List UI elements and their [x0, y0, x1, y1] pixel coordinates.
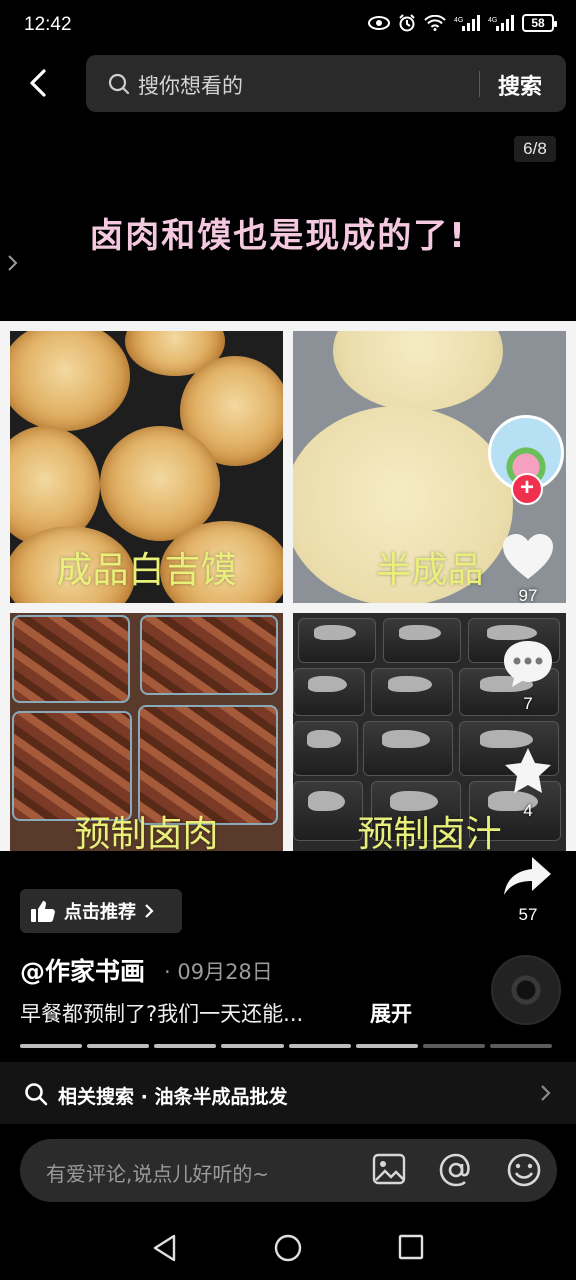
- search-button[interactable]: 搜索: [498, 69, 542, 101]
- author-name[interactable]: @作家书画: [20, 952, 145, 988]
- recommend-label: 点击推荐: [64, 902, 136, 923]
- bag-shape: [371, 668, 453, 716]
- svg-text:4G: 4G: [454, 17, 463, 24]
- search-icon: [108, 73, 130, 95]
- back-button[interactable]: [22, 66, 56, 100]
- alarm-icon: [399, 14, 415, 32]
- progress-segment: [489, 1044, 552, 1048]
- system-nav-bar: [0, 1214, 576, 1280]
- comment-count: 7: [523, 694, 533, 713]
- progress-segment: [154, 1044, 217, 1048]
- wifi-icon: [424, 15, 446, 31]
- share-count: 57: [518, 905, 538, 924]
- like-count: 97: [518, 586, 538, 605]
- post-date: · 09月28日: [164, 960, 273, 984]
- progress-segment: [221, 1044, 284, 1048]
- favorite-button[interactable]: [498, 746, 558, 800]
- bag-shape: [383, 618, 461, 663]
- page-indicator: 6/8: [514, 136, 556, 162]
- photo-caption: 成品白吉馍: [56, 550, 237, 591]
- progress-segment: [20, 1044, 83, 1048]
- photo-caption: 预制卤肉: [74, 814, 219, 851]
- music-disc-icon[interactable]: [491, 955, 561, 1025]
- follow-button[interactable]: +: [511, 473, 543, 505]
- progress-segment: [288, 1044, 351, 1048]
- battery-icon: 58: [522, 14, 557, 32]
- search-icon: [25, 1083, 48, 1106]
- status-time: 12:42: [24, 14, 72, 35]
- status-icons: 4G 4G 58: [368, 14, 557, 32]
- bag-shape: [293, 668, 365, 716]
- related-search-bar[interactable]: 相关搜索 · 油条半成品批发: [0, 1062, 576, 1124]
- chevron-right-icon[interactable]: [6, 254, 20, 272]
- bag-shape: [293, 721, 358, 776]
- progress-segment: [355, 1044, 418, 1048]
- related-search-label: 相关搜索 · 油条半成品批发: [58, 1086, 288, 1108]
- expand-button[interactable]: 展开: [370, 998, 412, 1028]
- progress-segment: [422, 1044, 485, 1048]
- nav-back-icon[interactable]: [152, 1234, 178, 1262]
- back-arrow-icon: [30, 69, 46, 97]
- meat-shape: [12, 615, 130, 703]
- heart-icon: [503, 534, 553, 579]
- nav-recents-icon[interactable]: [398, 1234, 424, 1260]
- comment-bar[interactable]: 有爱评论,说点儿好听的~: [20, 1139, 557, 1202]
- image-progress-bar: [20, 1044, 552, 1048]
- search-divider: [479, 71, 480, 97]
- signal-icon: 4G: [454, 15, 480, 31]
- thumbs-up-icon: [31, 901, 55, 922]
- meat-shape: [140, 615, 278, 695]
- photo-finished-buns: 成品白吉馍: [10, 331, 283, 603]
- comment-button[interactable]: [498, 638, 558, 694]
- signal-icon-2: 4G: [488, 15, 514, 31]
- nav-home-icon[interactable]: [274, 1234, 302, 1262]
- star-icon: [505, 748, 551, 793]
- emoji-icon[interactable]: [506, 1152, 542, 1188]
- search-bar[interactable]: 搜你想看的 搜索: [86, 55, 566, 112]
- bag-shape: [298, 618, 376, 663]
- bun-shape: [10, 331, 130, 431]
- chevron-right-icon: [145, 904, 154, 918]
- mention-icon[interactable]: [438, 1152, 474, 1188]
- eye-icon: [368, 16, 390, 30]
- bag-shape: [363, 721, 453, 776]
- dough-shape: [333, 331, 503, 411]
- photo-prepared-meat: 预制卤肉: [10, 613, 283, 851]
- share-button[interactable]: [498, 854, 558, 902]
- recommend-button[interactable]: 点击推荐: [20, 889, 182, 933]
- svg-text:4G: 4G: [488, 17, 497, 24]
- status-bar: 12:42 4G 4G 58: [0, 0, 576, 52]
- share-icon: [504, 857, 551, 895]
- like-button[interactable]: [498, 532, 558, 586]
- comment-icon: [504, 641, 552, 687]
- progress-segment: [87, 1044, 150, 1048]
- comment-input[interactable]: 有爱评论,说点儿好听的~: [46, 1158, 269, 1187]
- top-bar: 搜你想看的 搜索: [0, 52, 576, 114]
- image-icon[interactable]: [372, 1152, 406, 1186]
- banner-title: 卤肉和馍也是现成的了!: [89, 216, 467, 256]
- chevron-right-icon: [541, 1085, 551, 1101]
- photo-collage[interactable]: 成品白吉馍 半成品 预制卤肉 预制卤汁: [0, 321, 576, 851]
- favorite-count: 4: [523, 801, 533, 820]
- search-input[interactable]: 搜你想看的: [138, 70, 243, 100]
- post-caption: 早餐都预制了?我们一天还能...: [20, 1002, 304, 1026]
